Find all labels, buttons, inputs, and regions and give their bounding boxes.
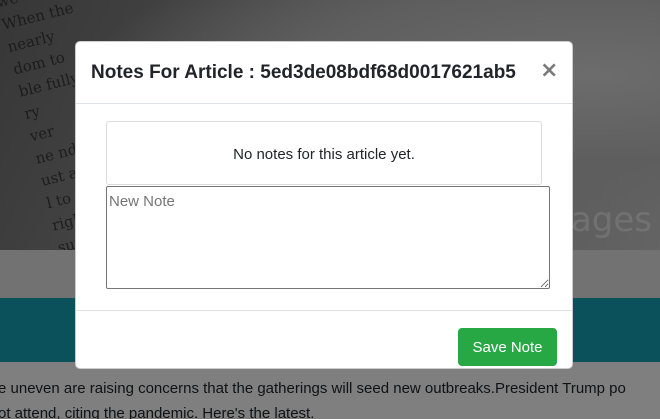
close-icon[interactable]: × — [540, 59, 558, 83]
modal-title: Notes For Article : 5ed3de08bdf68d001762… — [91, 62, 516, 83]
save-note-button[interactable]: Save Note — [458, 328, 557, 366]
notes-modal: Notes For Article : 5ed3de08bdf68d001762… — [75, 41, 573, 369]
empty-notes-message: No notes for this article yet. — [233, 146, 415, 163]
modal-header: Notes For Article : 5ed3de08bdf68d001762… — [76, 42, 572, 104]
new-note-textarea[interactable] — [106, 186, 550, 289]
page: we When the nearly dom to ble fully ry v… — [0, 0, 660, 419]
modal-footer: Save Note — [76, 310, 572, 368]
notes-list: No notes for this article yet. — [106, 121, 542, 185]
